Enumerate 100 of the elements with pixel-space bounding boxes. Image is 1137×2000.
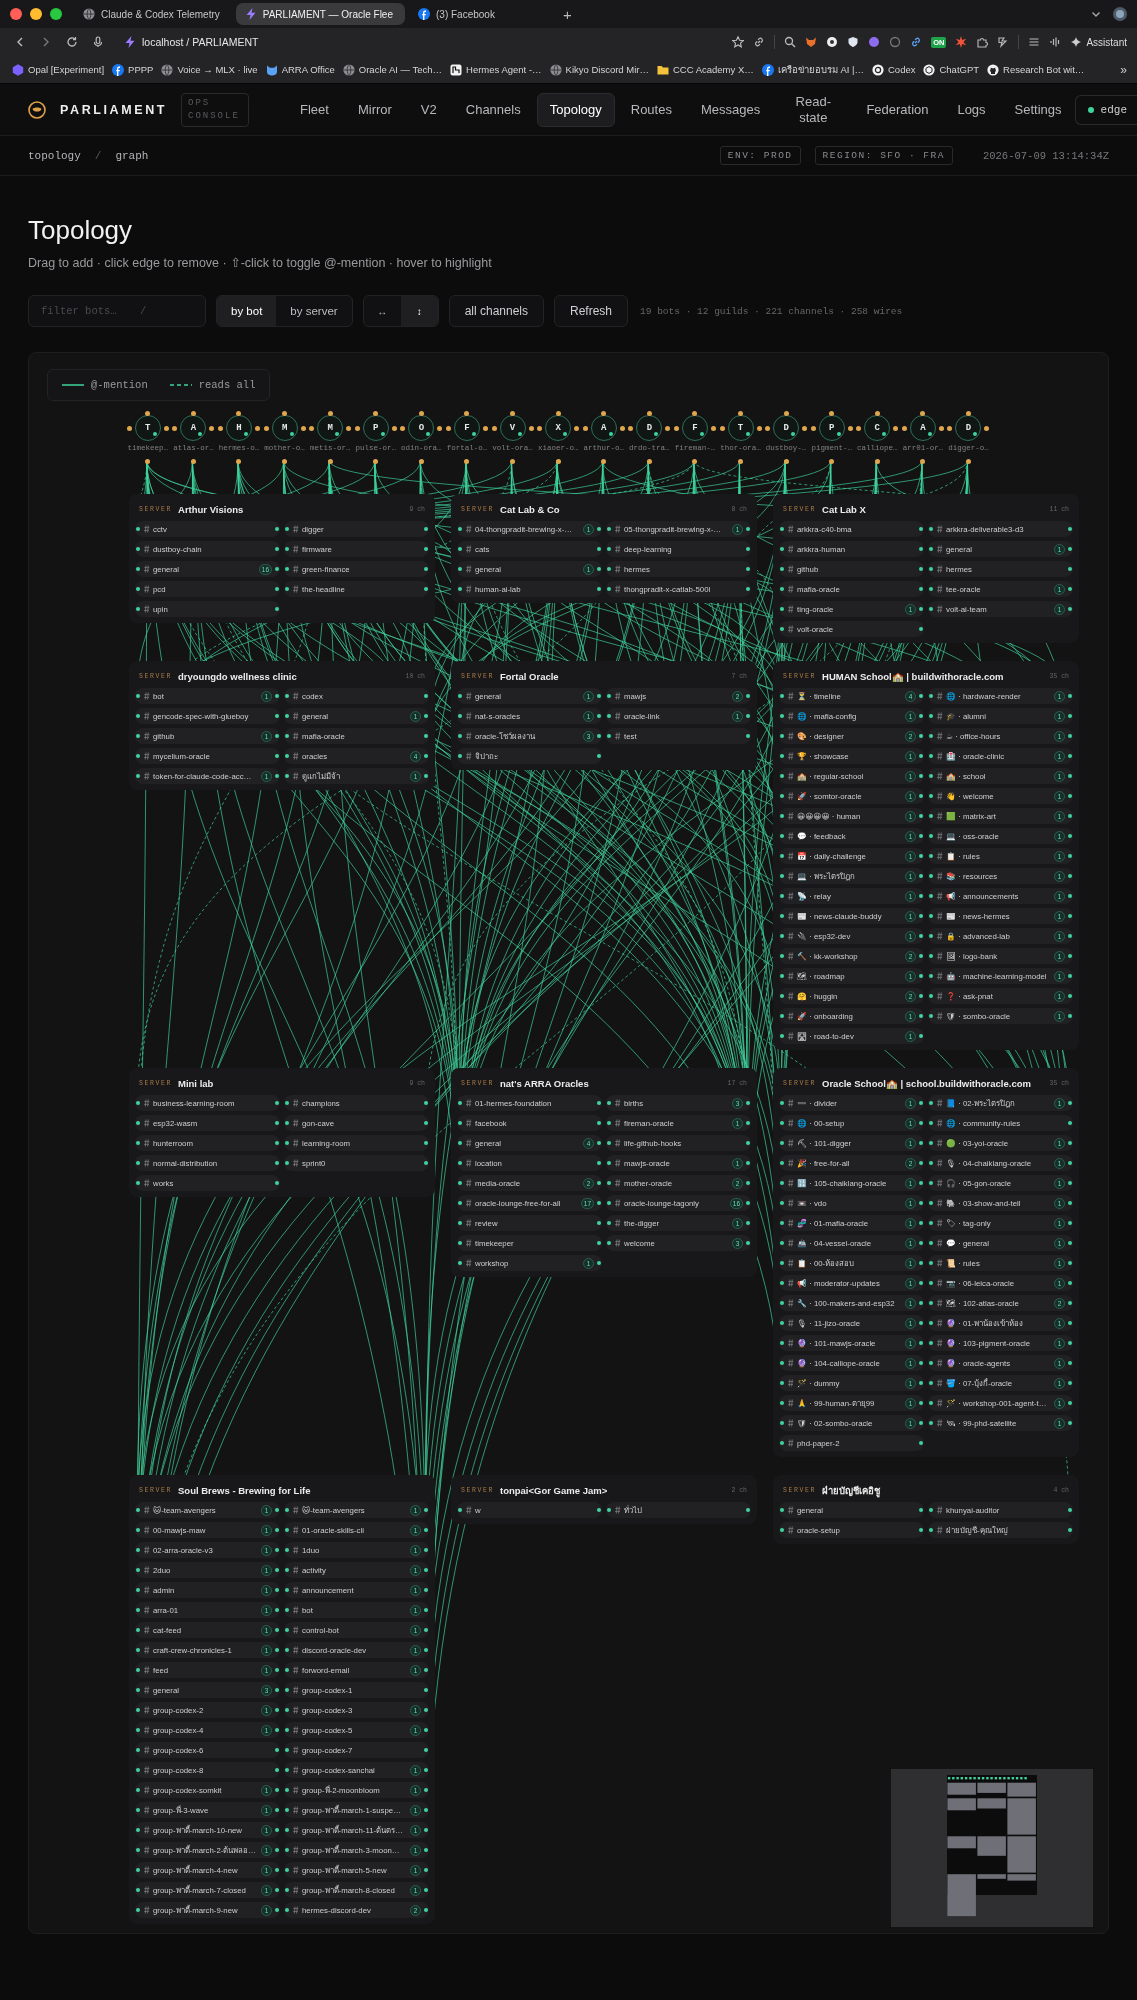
- port-dot-icon[interactable]: [418, 411, 424, 416]
- port-dot-icon[interactable]: [765, 425, 771, 431]
- port-dot-icon[interactable]: [172, 425, 178, 431]
- bot-node[interactable]: A: [909, 415, 936, 441]
- server-card[interactable]: [129, 1475, 435, 1924]
- all-channels-button[interactable]: all channels: [448, 295, 544, 327]
- reload-icon[interactable]: [66, 36, 78, 48]
- microphone-icon[interactable]: [92, 36, 104, 48]
- link-icon[interactable]: [910, 36, 923, 48]
- bot-node[interactable]: X: [545, 415, 572, 441]
- port-dot-icon[interactable]: [601, 459, 607, 464]
- port-dot-icon[interactable]: [537, 425, 543, 431]
- shield-icon[interactable]: [847, 36, 860, 48]
- port-dot-icon[interactable]: [354, 425, 360, 431]
- bookmark-item[interactable]: PPPP: [112, 63, 154, 76]
- port-dot-icon[interactable]: [482, 425, 488, 431]
- server-card[interactable]: [451, 1068, 757, 1277]
- port-dot-icon[interactable]: [920, 459, 926, 464]
- starburst-icon[interactable]: [955, 36, 968, 48]
- close-icon[interactable]: [10, 8, 22, 20]
- bot-node[interactable]: D: [955, 415, 982, 441]
- port-dot-icon[interactable]: [893, 425, 899, 431]
- port-dot-icon[interactable]: [920, 411, 926, 416]
- port-dot-icon[interactable]: [719, 425, 725, 431]
- port-dot-icon[interactable]: [418, 459, 424, 464]
- waveform-icon[interactable]: [1049, 36, 1062, 48]
- port-dot-icon[interactable]: [309, 425, 315, 431]
- star-icon[interactable]: [732, 36, 745, 48]
- port-dot-icon[interactable]: [966, 411, 971, 416]
- bookmark-item[interactable]: Opal [Experiment]: [12, 63, 105, 76]
- port-dot-icon[interactable]: [829, 411, 835, 416]
- port-dot-icon[interactable]: [145, 459, 151, 464]
- port-dot-icon[interactable]: [710, 425, 716, 431]
- bot-node[interactable]: T: [134, 415, 161, 441]
- nav-tab[interactable]: Topology: [536, 92, 615, 127]
- port-dot-icon[interactable]: [327, 411, 333, 416]
- port-dot-icon[interactable]: [209, 425, 215, 431]
- port-dot-icon[interactable]: [582, 425, 588, 431]
- fullscreen-icon[interactable]: [50, 8, 62, 20]
- bot-node[interactable]: P: [818, 415, 845, 441]
- refresh-button[interactable]: Refresh: [554, 295, 629, 327]
- port-dot-icon[interactable]: [646, 459, 652, 464]
- nav-tab[interactable]: Routes: [617, 92, 685, 127]
- browser-tab[interactable]: Claude & Codex Telemetry: [74, 3, 232, 25]
- port-dot-icon[interactable]: [783, 459, 789, 464]
- puzzle-icon[interactable]: [976, 36, 989, 48]
- port-dot-icon[interactable]: [373, 411, 379, 416]
- port-dot-icon[interactable]: [673, 425, 679, 431]
- sidebar-icon[interactable]: [1028, 36, 1041, 48]
- circle-icon[interactable]: [868, 36, 881, 48]
- server-card[interactable]: [773, 661, 1079, 1050]
- bot-node[interactable]: F: [453, 415, 480, 441]
- port-dot-icon[interactable]: [263, 425, 269, 431]
- port-dot-icon[interactable]: [464, 411, 470, 416]
- port-dot-icon[interactable]: [601, 411, 607, 416]
- fox-icon[interactable]: [805, 36, 818, 48]
- bot-node[interactable]: O: [408, 415, 435, 441]
- port-dot-icon[interactable]: [619, 425, 625, 431]
- port-dot-icon[interactable]: [783, 411, 789, 416]
- port-dot-icon[interactable]: [756, 425, 762, 431]
- port-dot-icon[interactable]: [810, 425, 816, 431]
- port-dot-icon[interactable]: [218, 425, 223, 431]
- port-dot-icon[interactable]: [300, 425, 306, 431]
- nav-tab[interactable]: Fleet: [287, 92, 342, 127]
- port-dot-icon[interactable]: [692, 411, 698, 416]
- segment-button[interactable]: by bot: [217, 296, 277, 326]
- port-dot-icon[interactable]: [437, 425, 443, 431]
- port-dot-icon[interactable]: [966, 459, 971, 464]
- port-dot-icon[interactable]: [190, 459, 196, 464]
- bot-node[interactable]: P: [362, 415, 389, 441]
- nav-tab[interactable]: Settings: [1001, 92, 1075, 127]
- link-icon[interactable]: [753, 36, 766, 48]
- port-dot-icon[interactable]: [938, 425, 944, 431]
- bookmark-item[interactable]: Oracle AI — Tech…: [342, 63, 443, 76]
- port-dot-icon[interactable]: [738, 459, 743, 464]
- bot-node[interactable]: T: [727, 415, 754, 441]
- bot-node[interactable]: V: [499, 415, 526, 441]
- bookmark-item[interactable]: Voice → MLX · live: [161, 63, 258, 76]
- port-dot-icon[interactable]: [692, 459, 698, 464]
- server-card[interactable]: [773, 1068, 1079, 1457]
- port-dot-icon[interactable]: [738, 411, 743, 416]
- port-dot-icon[interactable]: [126, 425, 132, 431]
- bot-node[interactable]: H: [226, 415, 252, 441]
- chevron-down-icon[interactable]: [1091, 9, 1101, 19]
- browser-tab[interactable]: PARLIAMENT — Oracle Flee: [235, 3, 405, 25]
- nav-tab[interactable]: Messages: [687, 92, 774, 127]
- port-dot-icon[interactable]: [574, 425, 580, 431]
- port-dot-icon[interactable]: [282, 411, 288, 416]
- segment-button[interactable]: ↔: [363, 296, 401, 326]
- address-field[interactable]: localhost / PARLIAMENT: [124, 36, 259, 48]
- bookmark-item[interactable]: ChatGPT: [923, 63, 980, 76]
- bot-node[interactable]: D: [773, 415, 800, 441]
- new-tab-button[interactable]: +: [563, 6, 572, 22]
- port-dot-icon[interactable]: [528, 425, 534, 431]
- port-dot-icon[interactable]: [491, 425, 497, 431]
- port-dot-icon[interactable]: [236, 411, 242, 416]
- port-dot-icon[interactable]: [510, 411, 516, 416]
- bot-node[interactable]: A: [180, 415, 207, 441]
- port-dot-icon[interactable]: [373, 459, 379, 464]
- port-dot-icon[interactable]: [856, 425, 862, 431]
